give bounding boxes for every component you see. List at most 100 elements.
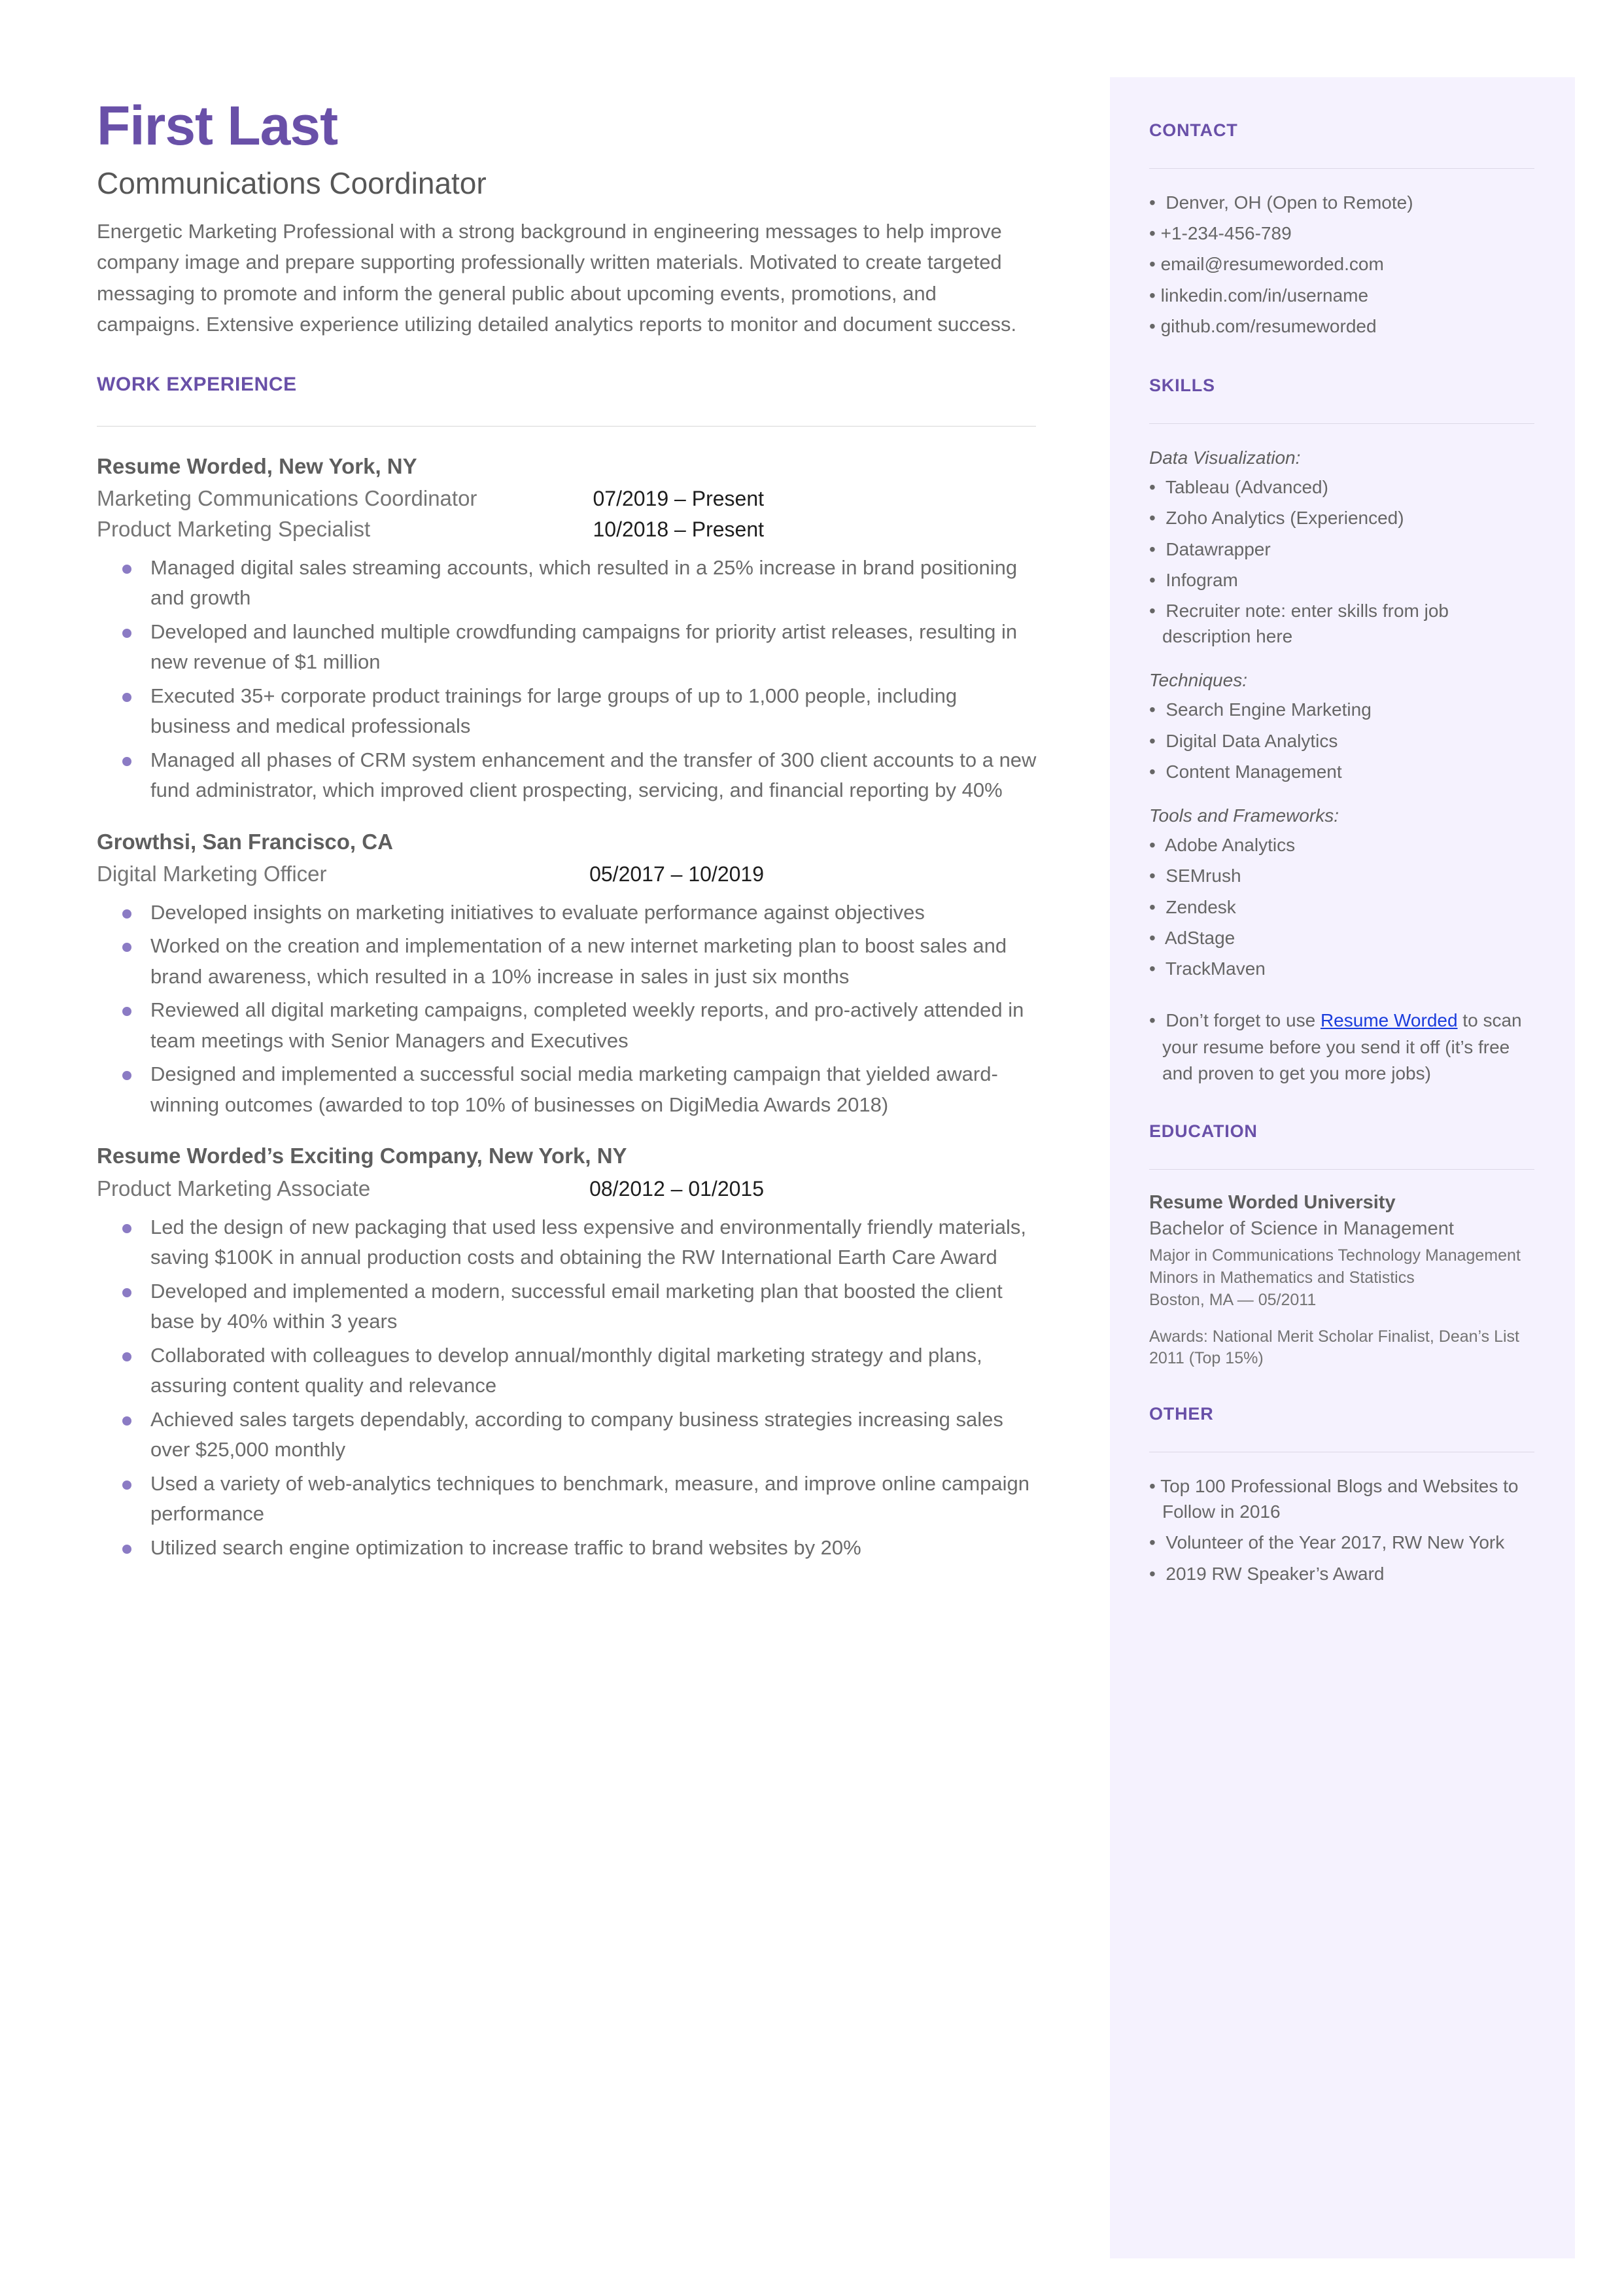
skill-list: • Adobe Analytics • SEMrush • Zendesk • … (1149, 832, 1534, 981)
role-dates: 05/2017 – 10/2019 (589, 862, 764, 886)
other-item-text: Top 100 Professional Blogs and Websites … (1160, 1476, 1519, 1522)
list-item: Reviewed all digital marketing campaigns… (97, 995, 1040, 1056)
skill-name: Recruiter note: enter skills from job de… (1162, 600, 1449, 647)
contact-value[interactable]: github.com/resumeworded (1161, 316, 1377, 336)
list-item: • SEMrush (1149, 866, 1241, 886)
list-item: Worked on the creation and implementatio… (97, 931, 1040, 992)
achievement-list: Led the design of new packaging that use… (97, 1212, 1036, 1564)
contact-value[interactable]: email@resumeworded.com (1161, 254, 1384, 274)
list-item: • Datawrapper (1149, 538, 1271, 559)
resume-page: First Last Communications Coordinator En… (0, 0, 1624, 2295)
skill-name: TrackMaven (1165, 958, 1266, 979)
education-degree: Bachelor of Science in Management (1149, 1218, 1454, 1239)
list-item: • Tableau (Advanced) (1149, 477, 1328, 498)
list-item: Collaborated with colleagues to develop … (97, 1340, 1040, 1401)
professional-summary: Energetic Marketing Professional with a … (97, 220, 1017, 336)
list-item: Led the design of new packaging that use… (97, 1212, 1040, 1273)
role-title: Marketing Communications Coordinator (97, 485, 477, 510)
achievement-list: Developed insights on marketing initiati… (97, 898, 1036, 1121)
sidebar-heading-other: OTHER (1149, 1404, 1214, 1424)
list-item: Achieved sales targets dependably, accor… (97, 1405, 1040, 1465)
resume-worded-note: • Don’t forget to use Resume Worded to s… (1149, 1010, 1522, 1084)
education-location-date: Boston, MA — 05/2011 (1149, 1290, 1317, 1309)
role-row: Product Marketing Associate 08/2012 – 01… (97, 1175, 764, 1203)
skill-name: Digital Data Analytics (1166, 730, 1338, 751)
sidebar-section-skills: SKILLS Data Visualization: • Tableau (Ad… (1149, 376, 1534, 1087)
list-item: • Adobe Analytics (1149, 835, 1296, 856)
role-dates: 10/2018 – Present (593, 517, 764, 541)
list-item: Managed all phases of CRM system enhance… (97, 745, 1040, 806)
skill-name: SEMrush (1166, 866, 1241, 886)
contact-linkedin: • linkedin.com/in/username (1149, 285, 1369, 306)
resume-worded-link[interactable]: Resume Worded (1321, 1010, 1458, 1030)
list-item: • 2019 RW Speaker’s Award (1149, 1563, 1385, 1584)
sidebar-divider (1149, 1168, 1534, 1170)
work-experience-entry: Resume Worded, New York, NY Marketing Co… (97, 453, 1036, 806)
list-item: • Recruiter note: enter skills from job … (1149, 600, 1449, 647)
list-item: • Top 100 Professional Blogs and Website… (1149, 1476, 1519, 1522)
list-item: Executed 35+ corporate product trainings… (97, 681, 1040, 742)
skill-group: Tools and Frameworks: • Adobe Analytics … (1149, 803, 1534, 981)
role-title: Product Marketing Specialist (97, 516, 371, 541)
skill-list: • Tableau (Advanced) • Zoho Analytics (E… (1149, 474, 1534, 649)
work-experience-entry: Resume Worded’s Exciting Company, New Yo… (97, 1142, 1036, 1563)
role-dates: 08/2012 – 01/2015 (589, 1176, 764, 1200)
sidebar-heading-skills: SKILLS (1149, 375, 1215, 395)
list-item: • TrackMaven (1149, 958, 1266, 979)
role-dates: 07/2019 – Present (593, 486, 764, 510)
contact-location: • Denver, OH (Open to Remote) (1149, 192, 1413, 213)
note-text-before: Don’t forget to use (1166, 1010, 1321, 1031)
headline-job-title: Communications Coordinator (97, 166, 487, 200)
contact-github: • github.com/resumeworded (1149, 315, 1377, 336)
other-item-text: 2019 RW Speaker’s Award (1166, 1563, 1385, 1584)
company-name: Growthsi, San Francisco, CA (97, 829, 393, 854)
education-major: Major in Communications Technology Manag… (1149, 1246, 1521, 1265)
skill-list: • Search Engine Marketing • Digital Data… (1149, 697, 1534, 784)
achievement-list: Managed digital sales streaming accounts… (97, 553, 1036, 806)
skill-name: Search Engine Marketing (1166, 699, 1372, 720)
skill-name: Adobe Analytics (1164, 835, 1296, 856)
contact-value[interactable]: +1-234-456-789 (1161, 223, 1292, 243)
list-item: Designed and implemented a successful so… (97, 1059, 1040, 1120)
skill-group: Data Visualization: • Tableau (Advanced)… (1149, 445, 1534, 649)
sidebar-divider (1149, 168, 1534, 169)
contact-email: • email@resumeworded.com (1149, 254, 1384, 275)
list-item: Used a variety of web-analytics techniqu… (97, 1469, 1040, 1530)
skill-group-label: Data Visualization: (1149, 447, 1301, 468)
list-item: • Search Engine Marketing (1149, 699, 1372, 720)
sidebar-divider (1149, 423, 1534, 424)
role-title: Digital Marketing Officer (97, 862, 327, 886)
main-column: First Last Communications Coordinator En… (97, 98, 1036, 1585)
company-name: Resume Worded’s Exciting Company, New Yo… (97, 1144, 627, 1168)
list-item: Developed and launched multiple crowdfun… (97, 617, 1040, 678)
education-minors: Minors in Mathematics and Statistics (1149, 1269, 1415, 1288)
sidebar: CONTACT • Denver, OH (Open to Remote) • … (1110, 77, 1575, 2258)
role-row: Digital Marketing Officer 05/2017 – 10/2… (97, 860, 764, 888)
list-item: Developed insights on marketing initiati… (97, 898, 1040, 928)
other-item-text: Volunteer of the Year 2017, RW New York (1166, 1532, 1505, 1553)
sidebar-section-other: OTHER • Top 100 Professional Blogs and W… (1149, 1404, 1534, 1586)
other-list: • Top 100 Professional Blogs and Website… (1149, 1473, 1534, 1586)
skill-name: Zendesk (1166, 896, 1236, 917)
list-item: • AdStage (1149, 927, 1235, 948)
role-title: Product Marketing Associate (97, 1176, 371, 1200)
contact-value[interactable]: linkedin.com/in/username (1161, 285, 1369, 306)
education-awards: Awards: National Merit Scholar Finalist,… (1149, 1327, 1519, 1368)
section-heading-work-experience: WORK EXPERIENCE (97, 373, 297, 395)
skill-group: Techniques: • Search Engine Marketing • … (1149, 667, 1534, 784)
list-item: • Zoho Analytics (Experienced) (1149, 508, 1404, 529)
contact-list: • Denver, OH (Open to Remote) • +1-234-4… (1149, 190, 1534, 339)
sidebar-heading-contact: CONTACT (1149, 120, 1238, 140)
sidebar-heading-education: EDUCATION (1149, 1121, 1258, 1141)
role-row: Product Marketing Specialist 10/2018 – P… (97, 516, 764, 544)
skill-name: Content Management (1166, 761, 1342, 782)
skill-group-label: Tools and Frameworks: (1149, 805, 1339, 826)
work-experience-entry: Growthsi, San Francisco, CA Digital Mark… (97, 828, 1036, 1121)
sidebar-section-education: EDUCATION Resume Worded University Bache… (1149, 1121, 1534, 1370)
list-item: • Digital Data Analytics (1149, 730, 1338, 751)
skill-name: Tableau (Advanced) (1165, 477, 1328, 498)
list-item: • Content Management (1149, 761, 1342, 782)
contact-phone: • +1-234-456-789 (1149, 223, 1292, 244)
skill-name: Infogram (1166, 569, 1238, 590)
skill-group-label: Techniques: (1149, 670, 1247, 691)
